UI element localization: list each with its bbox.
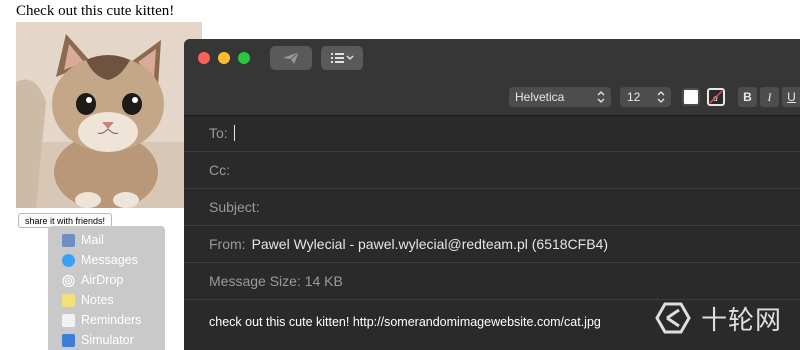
kitten-image (16, 22, 202, 208)
font-family-select[interactable]: Helvetica (509, 87, 611, 107)
up-down-chevron-icon (597, 91, 605, 103)
share-menu-item-label: Notes (81, 293, 114, 307)
airdrop-icon (62, 274, 75, 287)
font-size-select[interactable]: 12 (620, 87, 671, 107)
bold-button[interactable]: B (738, 87, 757, 107)
watermark-logo-icon (655, 302, 691, 334)
message-body[interactable]: check out this cute kitten! http://somer… (209, 315, 601, 329)
subject-label: Subject: (209, 199, 260, 215)
share-menu-item-airdrop[interactable]: AirDrop (62, 270, 123, 290)
paper-plane-icon (283, 51, 300, 64)
italic-button[interactable]: I (760, 87, 779, 107)
from-field[interactable]: From: Pawel Wylecial - pawel.wylecial@re… (184, 226, 800, 263)
notes-icon (62, 293, 75, 307)
watermark: 十轮网 (651, 298, 782, 338)
share-menu-item-label: Mail (81, 233, 104, 247)
underline-button[interactable]: U (782, 87, 800, 107)
text-cursor (233, 125, 235, 141)
share-menu-item-reminders[interactable]: Reminders (62, 310, 141, 330)
up-down-chevron-icon (657, 91, 665, 103)
share-menu-item-notes[interactable]: Notes (62, 290, 114, 310)
from-label: From: (209, 236, 246, 252)
maximize-window-button[interactable] (238, 52, 250, 64)
messages-icon (62, 253, 75, 267)
share-menu-item-simulator[interactable]: Simulator (62, 330, 134, 350)
mail-toolbar: Helvetica 12 a B I U (184, 39, 800, 116)
send-button[interactable] (270, 46, 312, 70)
message-size-label: Message Size: 14 KB (209, 273, 343, 289)
share-menu-item-mail[interactable]: Mail (62, 230, 104, 250)
to-label: To: (209, 125, 228, 141)
mail-icon (62, 233, 75, 247)
reminders-icon (62, 313, 75, 327)
from-value[interactable]: Pawel Wylecial - pawel.wylecial@redteam.… (252, 236, 608, 252)
watermark-text: 十轮网 (701, 305, 783, 336)
share-menu-item-label: AirDrop (81, 273, 124, 287)
font-family-value: Helvetica (515, 90, 565, 104)
message-size-row: Message Size: 14 KB (184, 263, 800, 300)
close-window-button[interactable] (198, 52, 210, 64)
share-menu-item-label: Messages (81, 253, 138, 267)
share-menu: Mail Messages AirDrop Notes Reminders Si… (48, 226, 165, 350)
subject-field[interactable]: Subject: (184, 189, 800, 226)
page-heading: Check out this cute kitten! (16, 3, 175, 19)
text-color-icon: a (709, 90, 723, 104)
share-menu-item-label: Simulator (81, 333, 134, 347)
font-size-value: 12 (627, 90, 641, 104)
list-icon (331, 53, 354, 63)
share-menu-item-messages[interactable]: Messages (62, 250, 138, 270)
share-menu-item-label: Reminders (81, 313, 142, 327)
cc-label: Cc: (209, 162, 230, 178)
simulator-icon (62, 333, 75, 347)
cc-field[interactable]: Cc: (184, 152, 800, 189)
minimize-window-button[interactable] (218, 52, 230, 64)
text-color-button[interactable]: a (707, 88, 725, 106)
to-field[interactable]: To: (184, 115, 800, 152)
header-fields-button[interactable] (321, 46, 363, 70)
background-color-swatch[interactable] (682, 88, 700, 106)
